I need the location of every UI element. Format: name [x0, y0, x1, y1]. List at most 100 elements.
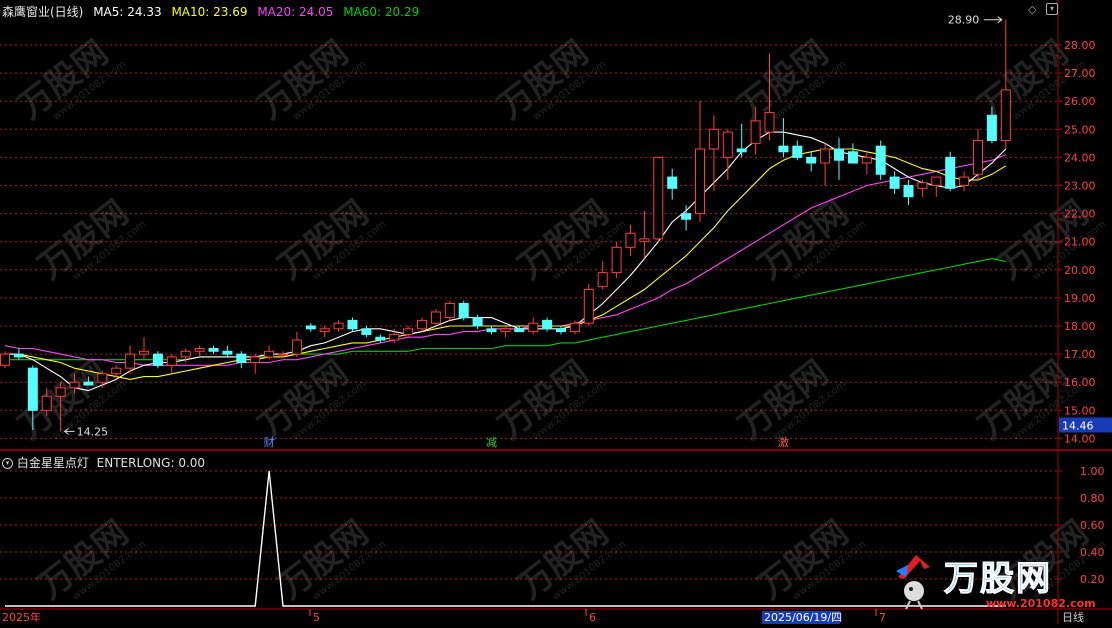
- rocket-logo-icon: [896, 555, 930, 610]
- candle-body-up: [264, 350, 275, 358]
- candle-body-down: [736, 148, 747, 153]
- indicator-tick-label: 1.00: [1080, 465, 1105, 478]
- candle-body-up: [639, 238, 650, 243]
- candle-body-down: [472, 317, 483, 327]
- watermark-tile: 万股网www.201082.com: [251, 33, 368, 127]
- candle-body-down: [667, 176, 678, 189]
- indicator-name[interactable]: 白金星星点灯: [17, 456, 89, 470]
- watermark-tile: 万股网www.201082.com: [511, 513, 628, 607]
- watermark-tile: 万股网www.201082.com: [11, 33, 128, 127]
- event-marker: 财: [264, 435, 275, 449]
- candle-body-up: [55, 387, 66, 397]
- grid-lines: [0, 44, 1058, 580]
- candle-body-down: [889, 176, 900, 189]
- ma5-line: [5, 131, 1007, 392]
- cursor-date-label: 2025/06/19/四: [764, 611, 842, 624]
- price-tick-label: 18.00: [1064, 320, 1096, 333]
- candle-body-up: [430, 311, 441, 324]
- watermark-tile: 万股网www.201082.com: [31, 513, 148, 607]
- candle-body-down: [13, 353, 24, 358]
- candle-body-down: [681, 213, 692, 220]
- price-tick-label: 15.00: [1064, 404, 1096, 417]
- candle-body-up: [166, 356, 177, 366]
- candle-body-down: [458, 303, 469, 319]
- candle-body-down: [361, 328, 372, 335]
- main-header: 森鹰窗业(日线) MA5: 24.33 MA10: 23.69 MA20: 24…: [2, 3, 419, 20]
- enterlong-line: [5, 470, 1006, 607]
- price-tick-label: 24.00: [1064, 151, 1096, 164]
- candle-body-up: [722, 131, 733, 158]
- candle-body-up: [917, 182, 928, 189]
- candle-body-up: [333, 322, 344, 330]
- candle-body-up: [250, 356, 261, 364]
- low-price-label: 14.25: [77, 425, 109, 438]
- ma10-line: [5, 148, 1007, 380]
- candle-body-up: [97, 373, 108, 383]
- candle-body-up: [959, 176, 970, 187]
- watermark-tile: 万股网www.201082.com: [271, 513, 388, 607]
- price-tick-label: 19.00: [1064, 292, 1096, 305]
- candle-body-up: [750, 120, 761, 144]
- date-label: 6: [589, 611, 596, 624]
- watermark-brand: 万股网: [944, 559, 1052, 600]
- candle-body-up: [569, 322, 580, 333]
- candle-body-down: [806, 156, 817, 164]
- price-tick-label: 14.00: [1064, 432, 1096, 445]
- ma5-readout: MA5: 24.33: [93, 5, 162, 19]
- price-tick-label: 20.00: [1064, 264, 1096, 277]
- candle-body-up: [764, 111, 775, 133]
- candle-body-down: [986, 114, 997, 142]
- candle-body-down: [208, 347, 219, 352]
- candle-body-up: [973, 140, 983, 175]
- date-label: 5: [313, 611, 320, 624]
- collapse-icon[interactable]: ▾: [1046, 3, 1058, 15]
- indicator-tick-label: 0.80: [1080, 492, 1105, 505]
- ma20-readout: MA20: 24.05: [257, 5, 334, 19]
- indicator-panel: [5, 470, 1006, 607]
- watermark-logo: 万股网 www.201082.com: [890, 545, 1096, 615]
- candle-body-up: [708, 128, 719, 150]
- price-tick-label: 17.00: [1064, 348, 1096, 361]
- candle-body-down: [347, 319, 358, 330]
- indicator-value: ENTERLONG: 0.00: [96, 456, 206, 470]
- date-label: 2025年: [2, 610, 41, 624]
- stock-title[interactable]: 森鹰窗业(日线): [2, 5, 83, 19]
- candle-body-down: [27, 367, 38, 411]
- candle-body-down: [847, 151, 858, 164]
- candle-body-up: [583, 288, 594, 324]
- watermark-tile: 万股网www.201082.com: [731, 353, 848, 447]
- watermark-tile: 万股网www.201082.com: [491, 33, 608, 127]
- price-tick-label: 28.00: [1064, 39, 1096, 52]
- price-tick-label: 22.00: [1064, 208, 1096, 221]
- candle-body-up: [69, 381, 80, 389]
- candle-body-up: [111, 367, 122, 375]
- event-marker: 激: [778, 435, 789, 449]
- ma60-line: [5, 258, 1006, 361]
- candle-body-up: [291, 339, 302, 355]
- candle-body-up: [319, 328, 330, 333]
- price-tick-label: 26.00: [1064, 95, 1096, 108]
- candle-body-up: [611, 246, 622, 274]
- candle-body-down: [305, 325, 316, 330]
- indicator-toggle-icon[interactable]: ▾: [2, 458, 13, 469]
- watermark-tile: 万股网www.201082.com: [731, 33, 848, 127]
- candle-body-down: [778, 145, 789, 153]
- candle-body-down: [83, 381, 94, 386]
- candle-body-up: [1000, 89, 1011, 142]
- price-tick-label: 21.00: [1064, 236, 1096, 249]
- watermark-layer: 万股网www.201082.com 万股网www.201082.com 万股网www…: [11, 33, 1108, 607]
- candle-body-up: [139, 350, 149, 355]
- diamond-icon[interactable]: ◇: [1028, 3, 1036, 16]
- candle-body-up: [931, 176, 942, 187]
- chart-window: 万股网 www.201082.com 万股网 www.201082.com 万股网 www…: [0, 0, 1112, 624]
- candle-body-down: [152, 353, 163, 366]
- moving-average-lines: [4, 131, 1007, 392]
- candle-body-up: [417, 319, 427, 330]
- candle-body-down: [556, 328, 566, 333]
- candle-body-up: [278, 353, 288, 356]
- event-marker: 减: [486, 436, 497, 449]
- candle-body-down: [903, 185, 914, 198]
- price-tick-label: 27.00: [1064, 67, 1096, 80]
- candle-body-up: [0, 353, 10, 366]
- watermark-tile: 万股网www.201082.com: [491, 353, 608, 447]
